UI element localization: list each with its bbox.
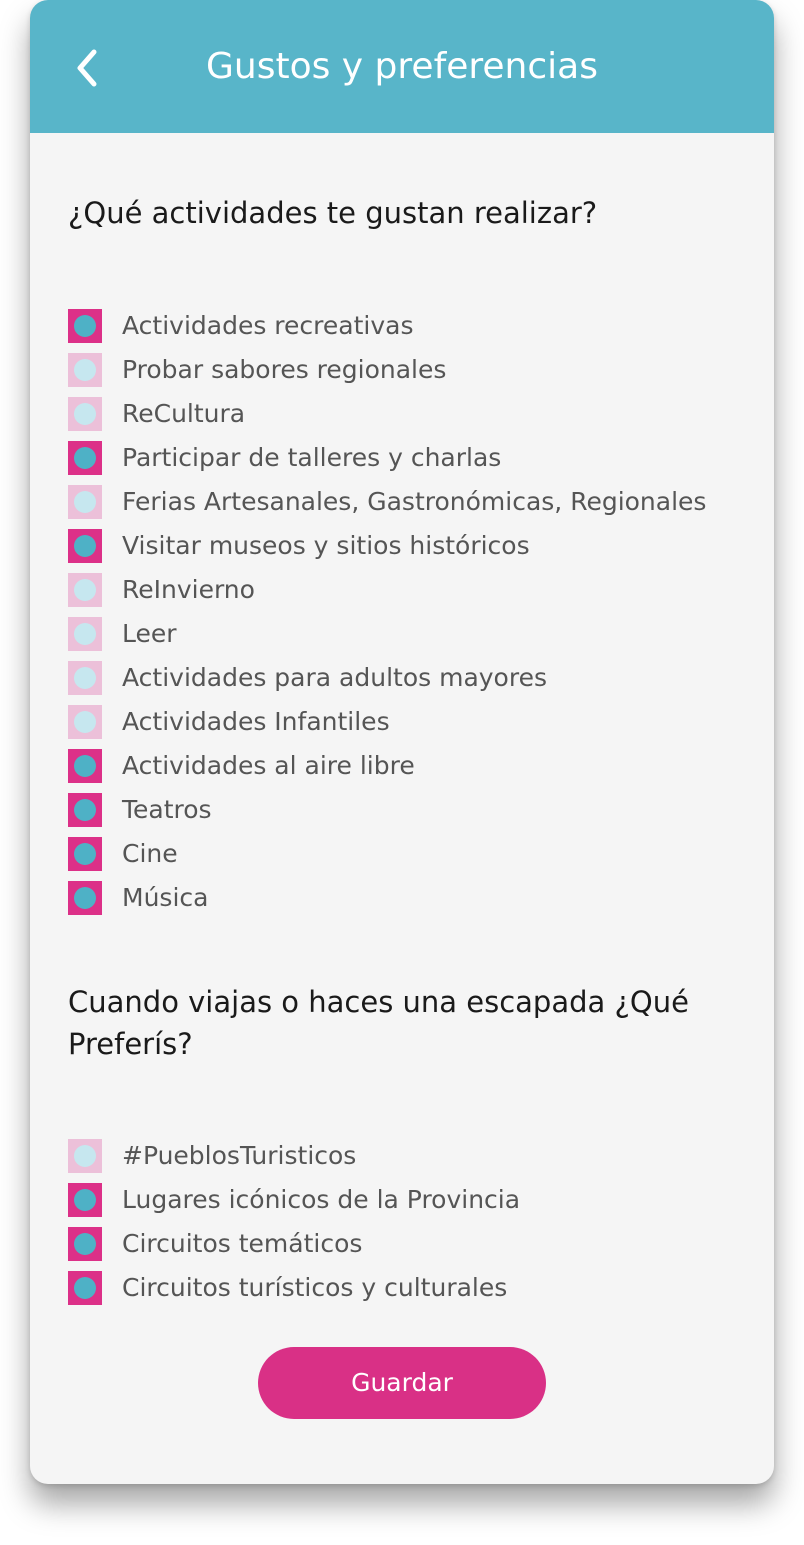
- option-label: Actividades Infantiles: [122, 707, 390, 736]
- checkbox-dot: [74, 711, 96, 733]
- option-label: #PueblosTuristicos: [122, 1141, 357, 1170]
- option-label: ReInvierno: [122, 575, 255, 604]
- checkbox-dot: [74, 491, 96, 513]
- activities-question: ¿Qué actividades te gustan realizar?: [68, 196, 598, 230]
- checkbox[interactable]: [68, 705, 102, 739]
- activity-option[interactable]: Participar de talleres y charlas: [68, 436, 748, 480]
- option-label: Circuitos temáticos: [122, 1229, 363, 1258]
- page-title: Gustos y preferencias: [206, 46, 598, 87]
- travel-option[interactable]: #PueblosTuristicos: [68, 1134, 748, 1178]
- activity-option[interactable]: ReInvierno: [68, 568, 748, 612]
- option-label: Participar de talleres y charlas: [122, 443, 502, 472]
- option-label: Lugares icónicos de la Provincia: [122, 1185, 521, 1214]
- activity-option[interactable]: Cine: [68, 832, 748, 876]
- option-label: Circuitos turísticos y culturales: [122, 1273, 508, 1302]
- activity-option[interactable]: Probar sabores regionales: [68, 348, 748, 392]
- checkbox-dot: [74, 1145, 96, 1167]
- checkbox-dot: [74, 843, 96, 865]
- option-label: Actividades para adultos mayores: [122, 663, 547, 692]
- option-label: Cine: [122, 839, 178, 868]
- checkbox[interactable]: [68, 1271, 102, 1305]
- activity-option[interactable]: ReCultura: [68, 392, 748, 436]
- activity-option[interactable]: Teatros: [68, 788, 748, 832]
- checkbox-dot: [74, 1233, 96, 1255]
- checkbox-dot: [74, 1277, 96, 1299]
- option-label: Teatros: [122, 795, 212, 824]
- activity-option[interactable]: Actividades al aire libre: [68, 744, 748, 788]
- checkbox-dot: [74, 887, 96, 909]
- activities-list: Actividades recreativas Probar sabores r…: [68, 304, 748, 920]
- checkbox-dot: [74, 447, 96, 469]
- checkbox[interactable]: [68, 749, 102, 783]
- travel-option[interactable]: Circuitos temáticos: [68, 1222, 748, 1266]
- option-label: ReCultura: [122, 399, 246, 428]
- activity-option[interactable]: Actividades para adultos mayores: [68, 656, 748, 700]
- checkbox-dot: [74, 535, 96, 557]
- activity-option[interactable]: Ferias Artesanales, Gastronómicas, Regio…: [68, 480, 748, 524]
- checkbox-dot: [74, 315, 96, 337]
- checkbox[interactable]: [68, 881, 102, 915]
- option-label: Actividades recreativas: [122, 311, 414, 340]
- save-button[interactable]: Guardar: [258, 1347, 546, 1419]
- travel-option[interactable]: Lugares icónicos de la Provincia: [68, 1178, 748, 1222]
- checkbox-dot: [74, 667, 96, 689]
- checkbox[interactable]: [68, 353, 102, 387]
- option-label: Música: [122, 883, 209, 912]
- checkbox[interactable]: [68, 1183, 102, 1217]
- checkbox-dot: [74, 623, 96, 645]
- checkbox[interactable]: [68, 485, 102, 519]
- checkbox-dot: [74, 403, 96, 425]
- checkbox[interactable]: [68, 441, 102, 475]
- option-label: Visitar museos y sitios históricos: [122, 531, 530, 560]
- activity-option[interactable]: Música: [68, 876, 748, 920]
- checkbox[interactable]: [68, 397, 102, 431]
- activity-option[interactable]: Visitar museos y sitios históricos: [68, 524, 748, 568]
- checkbox[interactable]: [68, 529, 102, 563]
- checkbox-dot: [74, 799, 96, 821]
- option-label: Ferias Artesanales, Gastronómicas, Regio…: [122, 487, 707, 516]
- option-label: Actividades al aire libre: [122, 751, 415, 780]
- checkbox[interactable]: [68, 793, 102, 827]
- checkbox[interactable]: [68, 661, 102, 695]
- travel-question: Cuando viajas o haces una escapada ¿Qué …: [68, 985, 689, 1061]
- screen: Gustos y preferencias ¿Qué actividades t…: [30, 0, 774, 1484]
- checkbox[interactable]: [68, 573, 102, 607]
- option-label: Probar sabores regionales: [122, 355, 447, 384]
- checkbox[interactable]: [68, 309, 102, 343]
- option-label: Leer: [122, 619, 177, 648]
- checkbox-dot: [74, 1189, 96, 1211]
- app-header: Gustos y preferencias: [30, 0, 774, 133]
- activity-option[interactable]: Leer: [68, 612, 748, 656]
- checkbox-dot: [74, 359, 96, 381]
- checkbox[interactable]: [68, 837, 102, 871]
- activity-option[interactable]: Actividades Infantiles: [68, 700, 748, 744]
- checkbox[interactable]: [68, 617, 102, 651]
- travel-list: #PueblosTuristicos Lugares icónicos de l…: [68, 1134, 748, 1310]
- checkbox-dot: [74, 579, 96, 601]
- checkbox-dot: [74, 755, 96, 777]
- travel-option[interactable]: Circuitos turísticos y culturales: [68, 1266, 748, 1310]
- checkbox[interactable]: [68, 1227, 102, 1261]
- activity-option[interactable]: Actividades recreativas: [68, 304, 748, 348]
- checkbox[interactable]: [68, 1139, 102, 1173]
